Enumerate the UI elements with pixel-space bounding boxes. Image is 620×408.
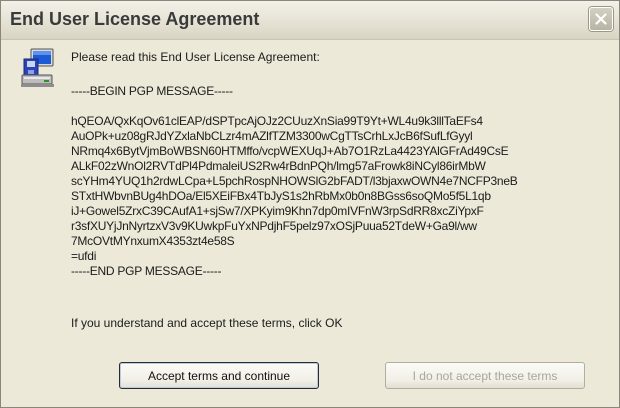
pgp-spacer [71, 99, 616, 114]
accept-terms-button[interactable]: Accept terms and continue [119, 362, 319, 389]
pgp-line: 7McOVtMYnxumX4353zt4e58S [71, 234, 235, 248]
pgp-line: STxtHWbvnBUg4hDOa/El5XEiFBx4TbJyS1s2hRbM… [71, 189, 491, 203]
close-button[interactable] [589, 7, 613, 31]
title-bar[interactable]: End User License Agreement [1, 1, 619, 40]
window-title: End User License Agreement [10, 9, 260, 29]
close-icon [595, 13, 607, 25]
pgp-message-block: -----BEGIN PGP MESSAGE----- hQEOA/QxKqOv… [71, 84, 616, 279]
eula-dialog-window: End User License Agreement Please read t… [0, 0, 620, 408]
pgp-line: iJ+Gowel5ZrxC39CAufA1+sjSw7/XPKyim9Khn7d… [71, 204, 484, 218]
pgp-begin-line: -----BEGIN PGP MESSAGE----- [71, 84, 233, 98]
intro-text: Please read this End User License Agreem… [71, 50, 320, 64]
pgp-line: r3sfXUYjJnNyrtzxV3v9KUwkpFuYxNPdjhF5pelz… [71, 219, 477, 233]
setup-installer-icon [21, 48, 54, 87]
accept-instructions-text: If you understand and accept these terms… [71, 316, 343, 330]
pgp-checksum-line: =ufdi [71, 249, 97, 263]
pgp-line: hQEOA/QxKqOv61clEAP/dSPTpcAjOJz2CUuzXnSi… [71, 114, 483, 128]
pgp-line: ALkF02zWnOl2RVTdPl4PdmaleiUS2Rw4rBdnPQh/… [71, 159, 486, 173]
decline-terms-button[interactable]: I do not accept these terms [385, 362, 585, 389]
pgp-line: scYHm4YUQ1h2rdwLCpa+L5pchRospNHOWSlG2bFA… [71, 174, 518, 188]
pgp-line: NRmq4x6BytVjmBoWBSN60HTMffo/vcpWEXUqJ+Ab… [71, 144, 509, 158]
pgp-end-line: -----END PGP MESSAGE----- [71, 264, 222, 278]
pgp-line: AuOPk+uz08gRJdYZxlaNbCLzr4mAZlfTZM3300wC… [71, 129, 473, 143]
